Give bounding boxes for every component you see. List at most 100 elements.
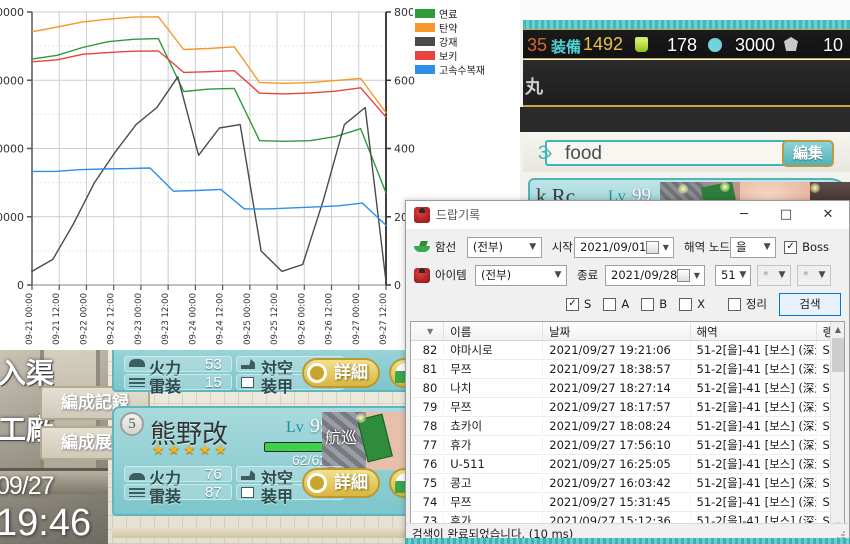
svg-text:09-27 00:00: 09-27 00:00 [352,293,362,345]
minimize-button[interactable]: ─ [723,201,765,229]
table-column-header[interactable]: ▼ [411,322,445,340]
table-cell-area: 51-2[을]-41 [보스] (深海地中海艦隊 主... [691,361,817,377]
prefix-number: 35 [527,35,548,55]
table-row[interactable]: 81 무쯔 2021/09/27 18:38:57 51-2[을]-41 [보스] (… [411,360,844,379]
calendar-icon[interactable] [646,240,659,254]
legend-swatch [415,23,435,32]
torpedo-box: 雷装 15 [124,374,232,396]
table-cell-no: 76 [411,457,445,471]
torpedo-icon [129,378,145,387]
table-cell-name: 휴가 [444,437,544,453]
table-column-header[interactable]: 날짜 [543,322,691,340]
firepower-value: 53 [205,356,222,373]
area-value: 을 [736,240,747,254]
rank-b-label: B [659,297,668,311]
table-row[interactable]: 76 U-511 2021/09/27 16:25:05 51-2[을]-41 [보스… [411,455,844,474]
ship-card-kumano[interactable]: 5 熊野改 Lv 99 62/62 ★★★★★ 航巡 火力 76 対空 94 雷… [112,406,420,516]
table-cell-date: 2021/09/27 19:21:06 [543,343,691,357]
ship-icon [414,240,430,254]
ship-filter-label: 함선 [435,240,457,254]
rank-b-checkbox[interactable] [641,297,655,311]
game-search-text: food [565,143,602,164]
table-cell-no: 78 [411,419,445,433]
edit-button[interactable]: 編集 [782,140,834,167]
ship-filter-select[interactable]: (전부) ▼ [466,236,542,258]
rank-s-checkbox[interactable]: ✓ [566,297,579,311]
node1-select[interactable]: * ▼ [757,264,791,286]
game-top-panel: 35 装備 1492 178 3000 10 丸 任務 (クエスト) アイテム屋… [520,0,850,220]
table-row[interactable]: 75 콩고 2021/09/27 16:03:42 51-2[을]-41 [보스] (… [411,474,844,493]
game-quest-panel: 丸 任務 (クエスト) アイテム屋 26547 169 51048 49199 [523,60,850,165]
ship-lv-label: Lv [286,419,304,436]
start-date-input[interactable]: 2021/09/01 ▼ [574,236,675,258]
sparkle-icon [356,413,366,423]
table-cell-date: 2021/09/27 16:25:05 [543,457,691,471]
table-row[interactable]: 77 휴가 2021/09/27 17:56:10 51-2[을]-41 [보스] (… [411,436,844,455]
table-column-header[interactable]: 이름 [444,322,544,340]
svg-text:0: 0 [394,279,401,292]
ship-card-top[interactable]: 火力 53 対空 91 雷装 15 装甲 82 詳細 [112,350,419,396]
start-date-value: 2021/09/01 [580,240,647,254]
detail-label: 詳細 [334,363,368,382]
drop-record-window[interactable]: 드랍기록 ─ □ ✕ 함선 (전부) ▼ 시작 2021/09/01 ▼ 해역 … [405,200,850,544]
detail-button-kumano[interactable]: 詳細 [302,468,380,498]
cleanup-checkbox[interactable] [727,297,741,311]
detail-label: 詳細 [334,473,368,492]
table-row[interactable]: 79 무쯔 2021/09/27 18:17:57 51-2[을]-41 [보스] (… [411,398,844,417]
scrollbar-thumb[interactable] [832,338,844,372]
maximize-button[interactable]: □ [765,201,807,229]
firepower-icon [129,359,145,367]
search-prefix: 3 [538,143,549,164]
table-cell-name: 무쯔 [444,494,544,510]
window-titlebar[interactable]: 드랍기록 ─ □ ✕ [406,201,849,229]
table-scrollbar[interactable]: ▲ ▼ [830,322,844,532]
map-select[interactable]: 51 ▼ [715,264,751,286]
close-button[interactable]: ✕ [807,201,849,229]
detail-button-top[interactable]: 詳細 [302,358,380,388]
table-cell-date: 2021/09/27 18:27:14 [543,381,691,395]
rank-x-checkbox[interactable] [679,297,693,311]
rank-a-checkbox[interactable] [603,297,617,311]
end-date-label: 종료 [577,268,599,282]
item-filter-select[interactable]: (전부) ▼ [475,264,567,286]
drop-table: ▼이름날짜해역랭크 82야마시로2021/09/27 19:21:0651-2[… [410,321,845,533]
chevron-down-icon: ▼ [529,242,537,252]
table-cell-area: 51-2[을]-41 [보스] (深海地中海艦隊 主... [691,437,817,453]
chevron-down-icon[interactable]: ▼ [661,243,671,252]
search-button[interactable]: 검색 [779,292,841,316]
table-cell-no: 77 [411,438,445,452]
table-cell-no: 74 [411,495,445,509]
chevron-down-icon: ▼ [818,270,826,280]
table-cell-name: 야마시로 [444,342,544,358]
table-row[interactable]: 82 야마시로 2021/09/27 19:21:06 51-2[을]-41 [보스]… [411,341,844,360]
table-row[interactable]: 74 무쯔 2021/09/27 15:31:45 51-2[을]-41 [보스] (… [411,493,844,512]
boss-checkbox[interactable]: ✓ [784,240,798,254]
chevron-down-icon: ▼ [554,270,562,280]
torpedo-icon [129,488,145,497]
scroll-up-icon[interactable]: ▲ [831,322,844,336]
filter-panel: 함선 (전부) ▼ 시작 2021/09/01 ▼ 해역 노드 을 ▼ ✓ Bo… [406,229,849,317]
area-select[interactable]: 을 ▼ [730,236,777,258]
table-row[interactable]: 80 나치 2021/09/27 18:27:14 51-2[을]-41 [보스] (… [411,379,844,398]
chevron-down-icon[interactable]: ▼ [692,271,702,280]
svg-text:60000: 60000 [0,74,24,87]
gear-icon [708,38,722,52]
end-date-input[interactable]: 2021/09/28 ▼ [605,264,705,286]
table-row[interactable]: 78 쵸카이 2021/09/27 18:08:24 51-2[을]-41 [보스] … [411,417,844,436]
item-filter-label: 아이템 [435,268,467,282]
torpedo-label: 雷装 [149,489,182,506]
bucket-value: 178 [667,35,698,55]
table-cell-area: 51-2[을]-41 [보스] (深海地中海艦隊 主... [691,475,817,491]
table-cell-area: 51-2[을]-41 [보스] (深海地中海艦隊 主... [691,456,817,472]
calendar-icon[interactable] [677,268,690,282]
table-column-header[interactable]: 해역 [691,322,817,340]
svg-text:09-23 00:00: 09-23 00:00 [134,293,144,345]
legend-item: 탄약 [415,21,489,35]
map-value: 51 [721,268,736,282]
node2-select[interactable]: * ▼ [797,264,831,286]
item-filter-value: (전부) [481,268,512,282]
node2-value: * [803,268,809,282]
table-cell-name: 무쯔 [444,361,544,377]
legend-item: 고속수복재 [415,63,489,77]
table-cell-no: 75 [411,476,445,490]
